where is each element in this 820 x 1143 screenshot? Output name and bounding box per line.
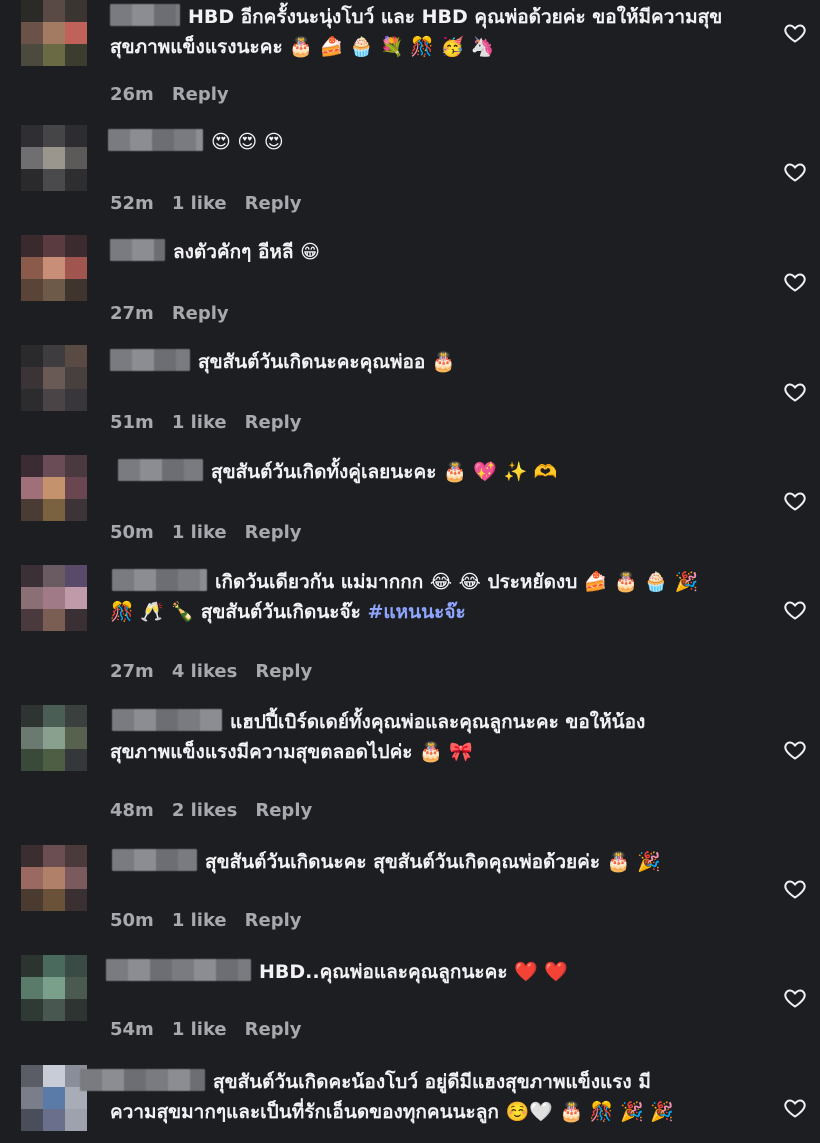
heart-outline-icon[interactable] [783, 877, 807, 901]
comment-meta: 54m 1 like Reply [110, 1019, 302, 1040]
avatar[interactable] [21, 455, 87, 521]
heart-outline-icon[interactable] [783, 598, 807, 622]
timestamp: 48m [110, 800, 154, 821]
comment-text: สุขสันต์วันเกิดนะคะ สุขสันต์วันเกิดคุณพ่… [205, 851, 661, 873]
comment-meta: 50m 1 like Reply [110, 910, 302, 931]
timestamp: 52m [110, 193, 154, 214]
comment-meta: 51m 1 like Reply [110, 412, 302, 433]
comment-meta: 50m 1 like Reply [110, 522, 302, 543]
comment-meta: 52m 1 like Reply [110, 193, 302, 214]
comment-text: แฮปปี้เบิร์ดเดย์ทั้งคุณพ่อและคุณลูกนะคะ … [110, 711, 646, 763]
reply-link[interactable]: Reply [245, 1019, 302, 1040]
avatar[interactable] [21, 345, 87, 411]
comment-meta: 26m Reply [110, 84, 229, 105]
timestamp: 27m [110, 303, 154, 324]
timestamp: 50m [110, 910, 154, 931]
timestamp: 27m [110, 661, 154, 682]
reply-link[interactable]: Reply [172, 303, 229, 324]
heart-outline-icon[interactable] [783, 270, 807, 294]
avatar[interactable] [21, 845, 87, 911]
like-count[interactable]: 1 like [172, 910, 227, 931]
avatar[interactable] [21, 705, 87, 771]
reply-link[interactable]: Reply [245, 412, 302, 433]
like-count[interactable]: 1 like [172, 412, 227, 433]
comment-text: สุขสันต์วันเกิดทั้งคู่เลยนะคะ 🎂 💖 ✨ 🫶 [211, 461, 558, 483]
reply-link[interactable]: Reply [245, 522, 302, 543]
comment-text: สุขสันต์วันเกิดนะคะคุณพ่ออ 🎂 [198, 351, 456, 373]
reply-link[interactable]: Reply [172, 84, 229, 105]
hashtag-link[interactable]: #แหนนะจ๊ะ [367, 601, 465, 623]
timestamp: 54m [110, 1019, 154, 1040]
heart-outline-icon[interactable] [783, 489, 807, 513]
reply-link[interactable]: Reply [255, 800, 312, 821]
comment-meta: 48m 2 likes Reply [110, 800, 312, 821]
timestamp: 51m [110, 412, 154, 433]
like-count[interactable]: 1 like [172, 1019, 227, 1040]
timestamp: 26m [110, 84, 154, 105]
heart-outline-icon[interactable] [783, 21, 807, 45]
heart-outline-icon[interactable] [783, 1096, 807, 1120]
avatar[interactable] [21, 125, 87, 191]
comment-meta: 27m Reply [110, 303, 229, 324]
comment-meta: 27m 4 likes Reply [110, 661, 312, 682]
avatar[interactable] [21, 565, 87, 631]
like-count[interactable]: 1 like [172, 193, 227, 214]
heart-outline-icon[interactable] [783, 986, 807, 1010]
avatar[interactable] [21, 1065, 87, 1131]
comment-text: ลงตัวคักๆ อีหลี 😁 [173, 241, 320, 263]
reply-link[interactable]: Reply [245, 910, 302, 931]
timestamp: 50m [110, 522, 154, 543]
reply-link[interactable]: Reply [255, 661, 312, 682]
comment-text: 😍 😍 😍 [211, 131, 284, 153]
comment-text: HBD อีกครั้งนะนุ่งโบว์ และ HBD คุณพ่อด้ว… [110, 6, 729, 58]
avatar[interactable] [21, 0, 87, 66]
like-count[interactable]: 4 likes [172, 661, 238, 682]
reply-link[interactable]: Reply [245, 193, 302, 214]
comment-text: HBD..คุณพ่อและคุณลูกนะคะ ❤️ ❤️ [259, 961, 569, 983]
heart-outline-icon[interactable] [783, 380, 807, 404]
comment-text: เกิดวันเดียวกัน แม่มากกก 😂 😂 ประหยัดงบ 🍰… [110, 571, 699, 623]
like-count[interactable]: 1 like [172, 522, 227, 543]
heart-outline-icon[interactable] [783, 738, 807, 762]
avatar[interactable] [21, 955, 87, 1021]
avatar[interactable] [21, 235, 87, 301]
comment-text: สุขสันต์วันเกิดคะน้องโบว์ อยู่ดีมีแฮงสุข… [110, 1071, 674, 1123]
like-count[interactable]: 2 likes [172, 800, 238, 821]
heart-outline-icon[interactable] [783, 160, 807, 184]
